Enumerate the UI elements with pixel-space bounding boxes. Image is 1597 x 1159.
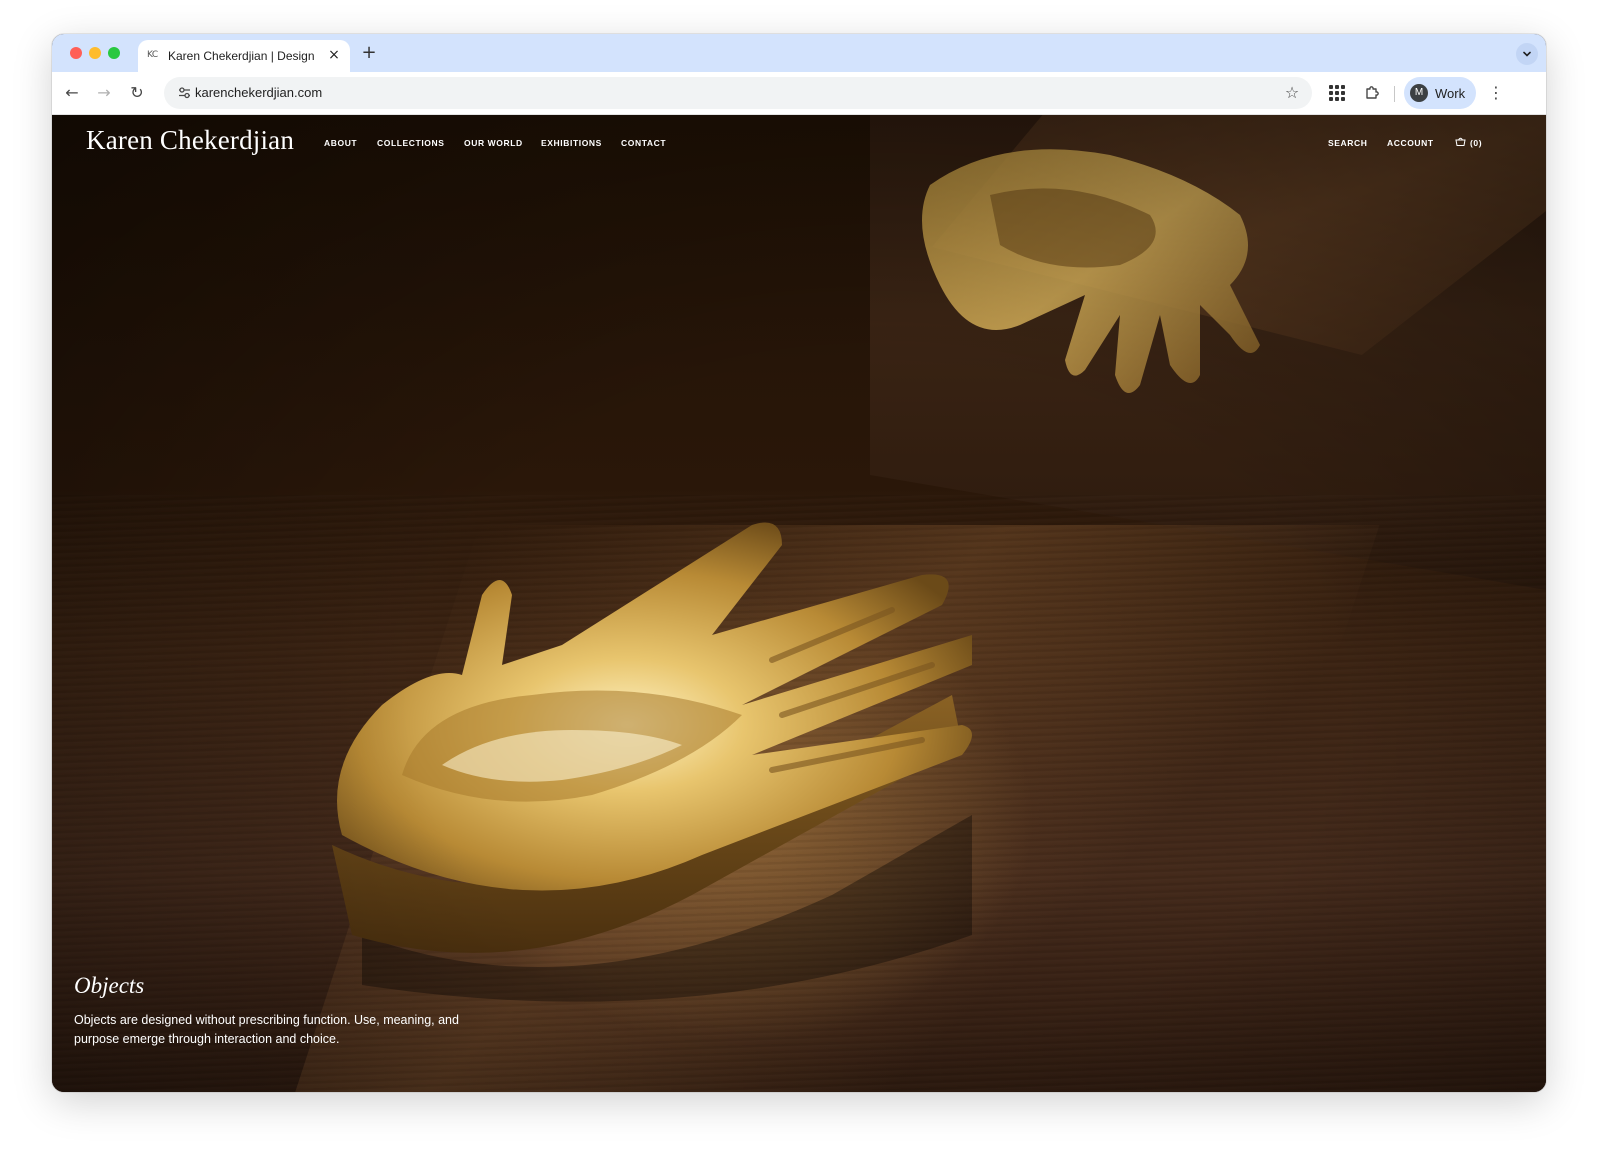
nav-item-exhibitions[interactable]: EXHIBITIONS — [541, 138, 602, 148]
site-favicon-icon: KC — [147, 50, 158, 60]
minimize-window-button[interactable] — [89, 47, 101, 59]
browser-tab[interactable]: KC Karen Chekerdjian | Design | S × — [138, 40, 350, 72]
vignette-overlay — [52, 115, 1546, 1092]
profile-name: Work — [1435, 86, 1466, 101]
puzzle-icon — [1366, 86, 1379, 99]
back-button[interactable]: ← — [60, 81, 84, 105]
toolbar-divider — [1394, 86, 1395, 102]
tune-icon — [178, 87, 190, 99]
tab-strip: KC Karen Chekerdjian | Design | S × + — [52, 34, 1546, 72]
close-window-button[interactable] — [70, 47, 82, 59]
nav-item-collections[interactable]: COLLECTIONS — [377, 138, 445, 148]
site-info-button[interactable] — [172, 81, 196, 105]
close-tab-icon[interactable]: × — [326, 47, 342, 63]
bookmark-star-icon[interactable]: ☆ — [1280, 81, 1304, 105]
browser-menu-icon[interactable]: ⋮ — [1484, 81, 1508, 105]
extensions-button[interactable] — [1360, 81, 1384, 105]
browser-toolbar: ← → ↻ karenchekerdjian.com ☆ M Work ⋮ — [52, 72, 1546, 115]
profile-button[interactable]: M Work — [1404, 77, 1476, 109]
avatar: M — [1410, 84, 1428, 102]
maximize-window-button[interactable] — [108, 47, 120, 59]
chevron-down-icon — [1523, 51, 1531, 57]
nav-item-contact[interactable]: CONTACT — [621, 138, 666, 148]
cart-count[interactable]: (0) — [1470, 138, 1482, 148]
forward-button[interactable]: → — [92, 81, 116, 105]
address-bar[interactable]: karenchekerdjian.com ☆ — [164, 77, 1312, 109]
shopping-bag-icon[interactable] — [1455, 137, 1466, 146]
nav-item-our-world[interactable]: OUR WORLD — [464, 138, 523, 148]
page-content: Karen Chekerdjian ABOUT COLLECTIONS OUR … — [52, 115, 1546, 1092]
hero-description: Objects are designed without prescribing… — [74, 1013, 459, 1046]
search-link[interactable]: SEARCH — [1328, 138, 1368, 148]
nav-item-about[interactable]: ABOUT — [324, 138, 357, 148]
url-text[interactable]: karenchekerdjian.com — [195, 85, 322, 100]
utility-nav: SEARCH ACCOUNT (0) — [1284, 137, 1524, 152]
new-tab-button[interactable]: + — [358, 42, 380, 64]
apps-grid-icon[interactable] — [1329, 85, 1345, 101]
site-logo[interactable]: Karen Chekerdjian — [86, 125, 294, 156]
browser-window: KC Karen Chekerdjian | Design | S × + ← … — [52, 34, 1546, 1092]
reload-button[interactable]: ↻ — [125, 81, 149, 105]
account-link[interactable]: ACCOUNT — [1387, 138, 1434, 148]
tab-search-button[interactable] — [1516, 43, 1538, 65]
tab-title: Karen Chekerdjian | Design | S — [168, 49, 318, 63]
hero-title: Objects — [74, 973, 145, 998]
